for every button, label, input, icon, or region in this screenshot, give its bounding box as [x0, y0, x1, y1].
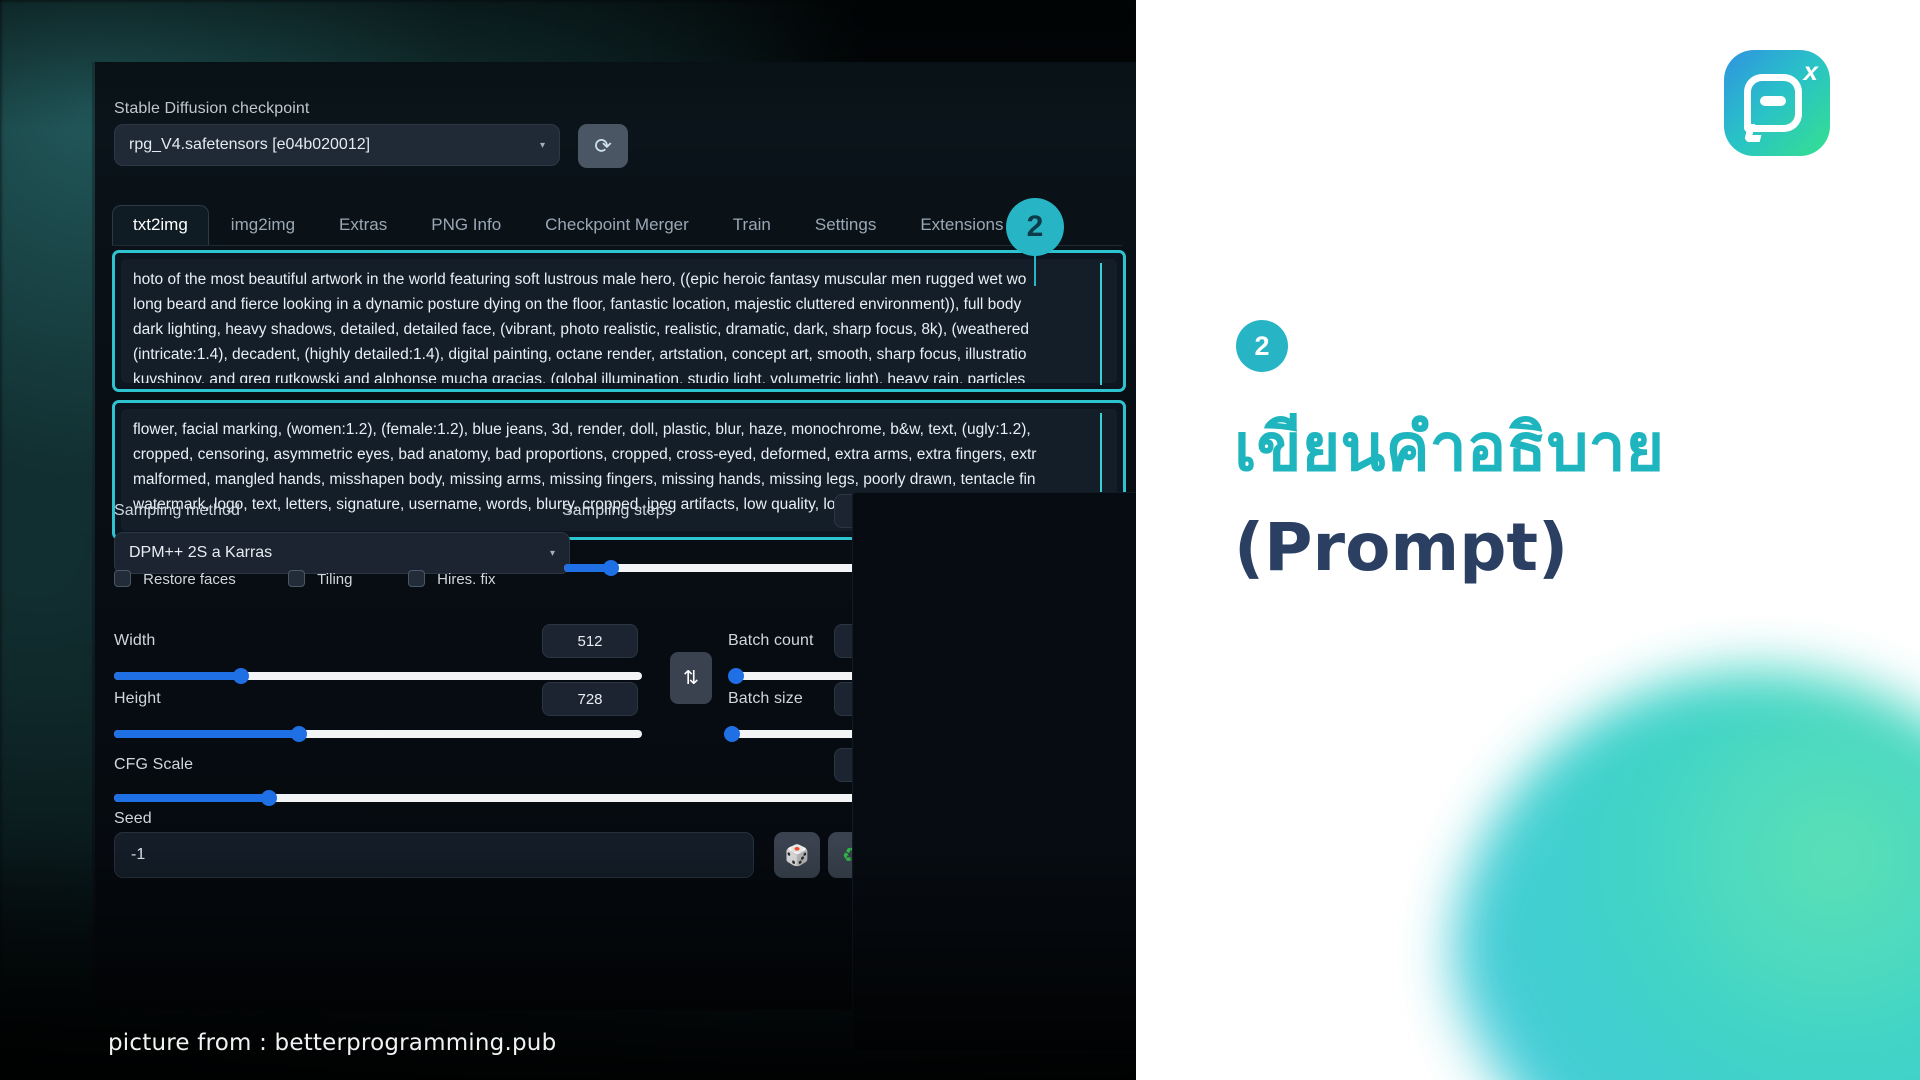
slide-title-english: (Prompt) [1234, 509, 1569, 587]
slide-title-thai: เขียนคำอธิบาย [1234, 409, 1665, 486]
source-caption: picture from : betterprogramming.pub [108, 1030, 557, 1056]
slide-step-badge: 2 [1236, 320, 1288, 372]
logo-p-tail [1743, 124, 1765, 142]
slide-title: เขียนคำอธิบาย (Prompt) [1234, 398, 1894, 599]
screenshot-vignette [0, 0, 1136, 1080]
step-badge-tail [1034, 252, 1036, 286]
screenshot-region: Stable Diffusion checkpoint rpg_V4.safet… [0, 0, 1136, 1080]
decorative-gradient-blob [1450, 670, 1920, 1080]
logo-x-mark: x [1803, 56, 1818, 86]
pixpro-logo: x [1724, 50, 1830, 156]
step-badge-2: 2 [1006, 198, 1064, 256]
logo-p-bar [1760, 96, 1786, 106]
slide-panel: x 2 เขียนคำอธิบาย (Prompt) [1136, 0, 1920, 1080]
